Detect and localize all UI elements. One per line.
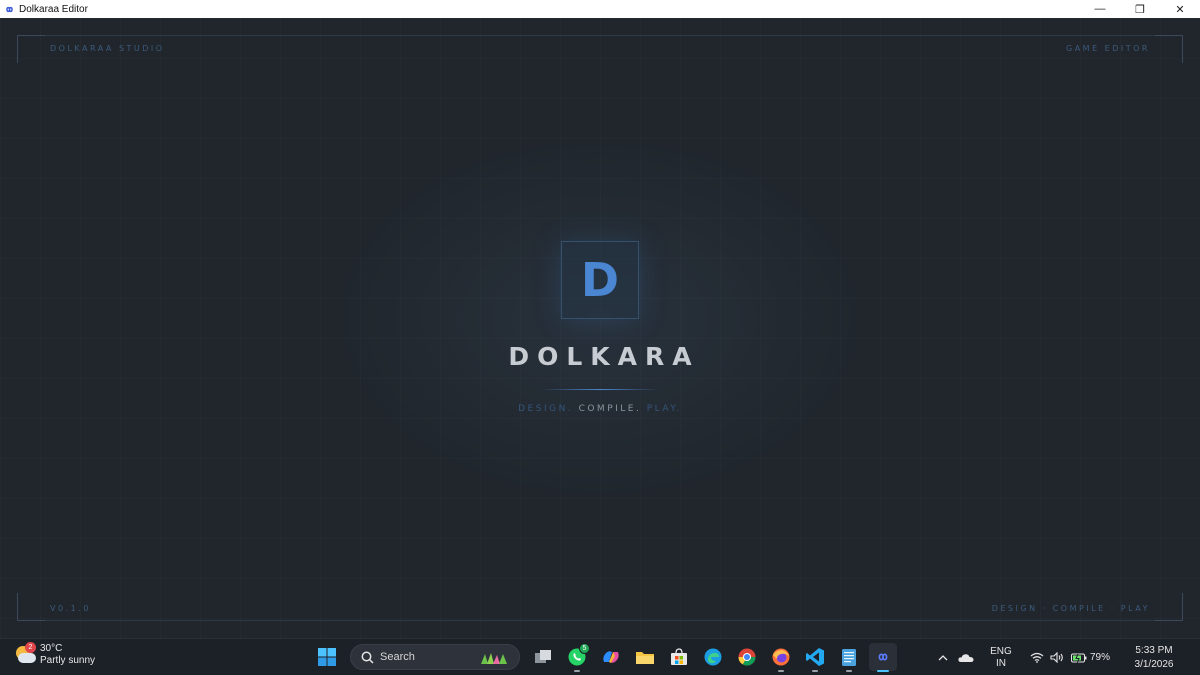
clock-time: 5:33 PM: [1135, 644, 1173, 656]
notepad-button[interactable]: [835, 643, 863, 672]
logo-letter: D: [580, 253, 620, 307]
frame-top-line: [17, 35, 1183, 36]
minimize-icon: —: [1094, 3, 1106, 15]
start-button[interactable]: [313, 643, 341, 671]
window-title: Dolkaraa Editor: [19, 3, 88, 15]
chrome-icon: [738, 648, 756, 666]
frame-bottom-line: [17, 620, 1183, 621]
copilot-button[interactable]: [597, 643, 625, 671]
language-indicator[interactable]: ENG IN: [987, 646, 1015, 670]
vscode-button[interactable]: [801, 643, 829, 672]
chevron-up-icon: [938, 654, 948, 660]
edge-icon: [704, 648, 722, 666]
vscode-icon: [806, 648, 824, 666]
search-placeholder: Search: [380, 651, 415, 663]
partly-sunny-icon: 2: [14, 642, 36, 666]
window-titlebar[interactable]: Dolkaraa Editor — ❐ ✕: [0, 0, 1200, 18]
whatsapp-badge: 5: [579, 643, 590, 654]
onedrive-button[interactable]: [953, 653, 979, 663]
file-explorer-button[interactable]: [631, 643, 659, 671]
volume-button[interactable]: [1047, 652, 1067, 663]
background-grid: [0, 18, 1200, 638]
show-hidden-icons-button[interactable]: [933, 654, 953, 661]
firefox-icon: [772, 648, 790, 666]
search-icon: [361, 651, 374, 664]
wifi-icon: [1030, 652, 1044, 663]
tagline-compile: COMPILE.: [578, 404, 642, 414]
clock-date: 3/1/2026: [1134, 658, 1174, 670]
tagline: DESIGN. COMPILE. PLAY.: [0, 404, 1200, 414]
onedrive-cloud-icon: [958, 653, 974, 662]
battery-button[interactable]: 79%: [1070, 652, 1110, 663]
weather-condition: Partly sunny: [40, 655, 96, 666]
speaker-icon: [1050, 652, 1063, 663]
tagline-design: DESIGN.: [518, 404, 574, 414]
edge-button[interactable]: [699, 643, 727, 671]
logo-box: D: [561, 241, 639, 319]
tagline-play: PLAY.: [646, 404, 682, 414]
version-label: V0.1.0: [50, 604, 91, 613]
splash-screen: DOLKARAA STUDIO GAME EDITOR V0.1.0 DESIG…: [0, 18, 1200, 638]
language-region: IN: [995, 657, 1006, 669]
dolkaraa-app-icon: [4, 5, 15, 13]
minimize-button[interactable]: —: [1080, 0, 1120, 18]
close-button[interactable]: ✕: [1160, 0, 1200, 18]
microsoft-store-button[interactable]: [665, 643, 693, 671]
chrome-button[interactable]: [733, 643, 761, 671]
restore-button[interactable]: ❐: [1120, 0, 1160, 18]
frame-corner-top-left: [17, 35, 45, 63]
notepad-icon: [842, 649, 856, 666]
dolkaraa-editor-taskbar-button[interactable]: [869, 643, 897, 672]
weather-temperature: 30°C: [40, 643, 63, 654]
frame-corner-bottom-left: [17, 593, 45, 621]
task-view-icon: [535, 650, 551, 663]
clock-button[interactable]: 5:33 PM 3/1/2026: [1124, 644, 1184, 672]
taskbar: 2 30°C Partly sunny Search 5 ENG IN 79% …: [0, 638, 1200, 675]
studio-label: DOLKARAA STUDIO: [50, 44, 165, 53]
taskbar-search[interactable]: Search: [350, 644, 520, 670]
restore-icon: ❐: [1135, 3, 1145, 16]
close-icon: ✕: [1175, 3, 1185, 16]
folder-icon: [636, 652, 654, 664]
search-highlight-art-icon: [479, 651, 509, 665]
network-button[interactable]: [1027, 652, 1047, 663]
weather-notification-badge: 2: [25, 642, 36, 653]
brand-underline: [541, 389, 659, 390]
firefox-button[interactable]: [767, 643, 795, 672]
motto-label: DESIGN · COMPILE · PLAY: [991, 604, 1150, 613]
task-view-button[interactable]: [529, 643, 557, 671]
dolkaraa-icon: [878, 653, 888, 661]
frame-corner-bottom-right: [1155, 593, 1183, 621]
product-label: GAME EDITOR: [1066, 44, 1150, 53]
windows-start-icon: [318, 648, 336, 666]
frame-corner-top-right: [1155, 35, 1183, 63]
whatsapp-button[interactable]: 5: [563, 643, 591, 672]
weather-widget[interactable]: 2 30°C Partly sunny: [14, 642, 96, 667]
system-tray: ENG IN 79% 5:33 PM 3/1/2026: [933, 639, 1200, 675]
language-code: ENG: [990, 645, 1012, 657]
battery-charging-icon: [1070, 653, 1087, 663]
brand-name: DOLKARA: [508, 342, 700, 371]
battery-percentage: 79%: [1089, 652, 1110, 663]
copilot-icon: [603, 651, 619, 663]
store-icon: [671, 648, 687, 665]
